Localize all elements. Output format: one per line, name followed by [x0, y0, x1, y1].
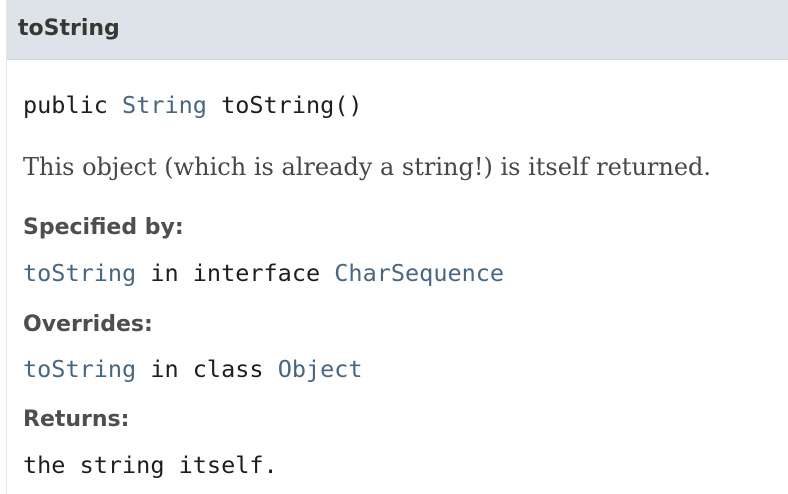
signature-method-name: toString() [221, 91, 363, 119]
return-type-link[interactable]: String [122, 91, 207, 119]
specified-by-label: Specified by: [23, 215, 184, 240]
method-detail-page: toString public String toString() This o… [0, 0, 788, 494]
returns-text: the string itself. [23, 451, 278, 479]
overrides-method-link[interactable]: toString [23, 355, 136, 383]
object-link[interactable]: Object [278, 355, 363, 383]
overrides-label: Overrides: [23, 312, 153, 337]
charsequence-link[interactable]: CharSequence [334, 259, 504, 287]
signature-modifier: public [23, 91, 108, 119]
overrides-line: toString in class Object [23, 352, 363, 386]
method-title: toString [18, 16, 120, 41]
returns-label: Returns: [23, 407, 130, 432]
method-signature: public String toString() [23, 88, 363, 122]
specified-by-method-link[interactable]: toString [23, 259, 136, 287]
method-header: toString [7, 0, 788, 60]
overrides-connector: in class [150, 355, 264, 383]
specified-by-line: toString in interface CharSequence [23, 256, 504, 290]
specified-by-connector: in interface [150, 259, 321, 287]
left-border [6, 0, 7, 494]
method-description: This object (which is already a string!)… [23, 153, 712, 181]
